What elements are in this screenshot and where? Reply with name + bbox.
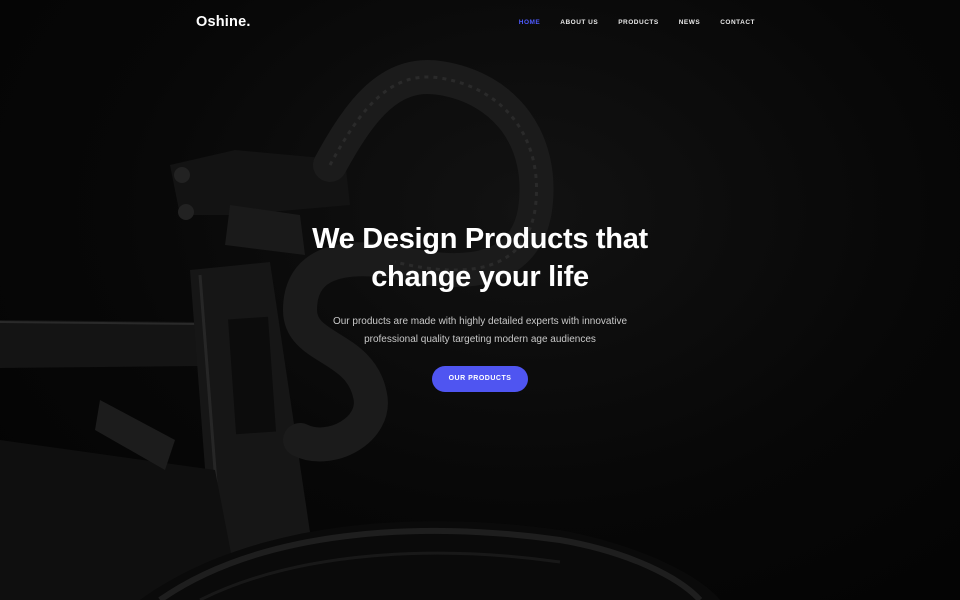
nav-item-products[interactable]: PRODUCTS [618,19,658,26]
hero-section: Oshine. HOME ABOUT US PRODUCTS NEWS CONT… [0,0,960,600]
hero-subtext-line1: Our products are made with highly detail… [332,316,628,327]
top-navigation: Oshine. HOME ABOUT US PRODUCTS NEWS CONT… [0,0,960,46]
nav-item-about-us[interactable]: ABOUT US [560,19,598,26]
nav-item-contact[interactable]: CONTACT [720,19,755,26]
hero-content: We Design Products that change your life… [0,220,960,392]
hero-subtext-line2: professional quality targeting modern ag… [364,334,596,345]
brand-logo[interactable]: Oshine. [196,14,251,30]
nav-menu: HOME ABOUT US PRODUCTS NEWS CONTACT [499,19,755,26]
our-products-button[interactable]: OUR PRODUCTS [432,366,528,392]
hero-headline-line2: change your life [371,261,589,293]
hero-subtext: Our products are made with highly detail… [0,313,960,349]
hero-headline: We Design Products that change your life [0,220,960,296]
hero-headline-line1: We Design Products that [312,223,648,255]
nav-item-home[interactable]: HOME [519,19,541,26]
nav-item-news[interactable]: NEWS [679,19,701,26]
